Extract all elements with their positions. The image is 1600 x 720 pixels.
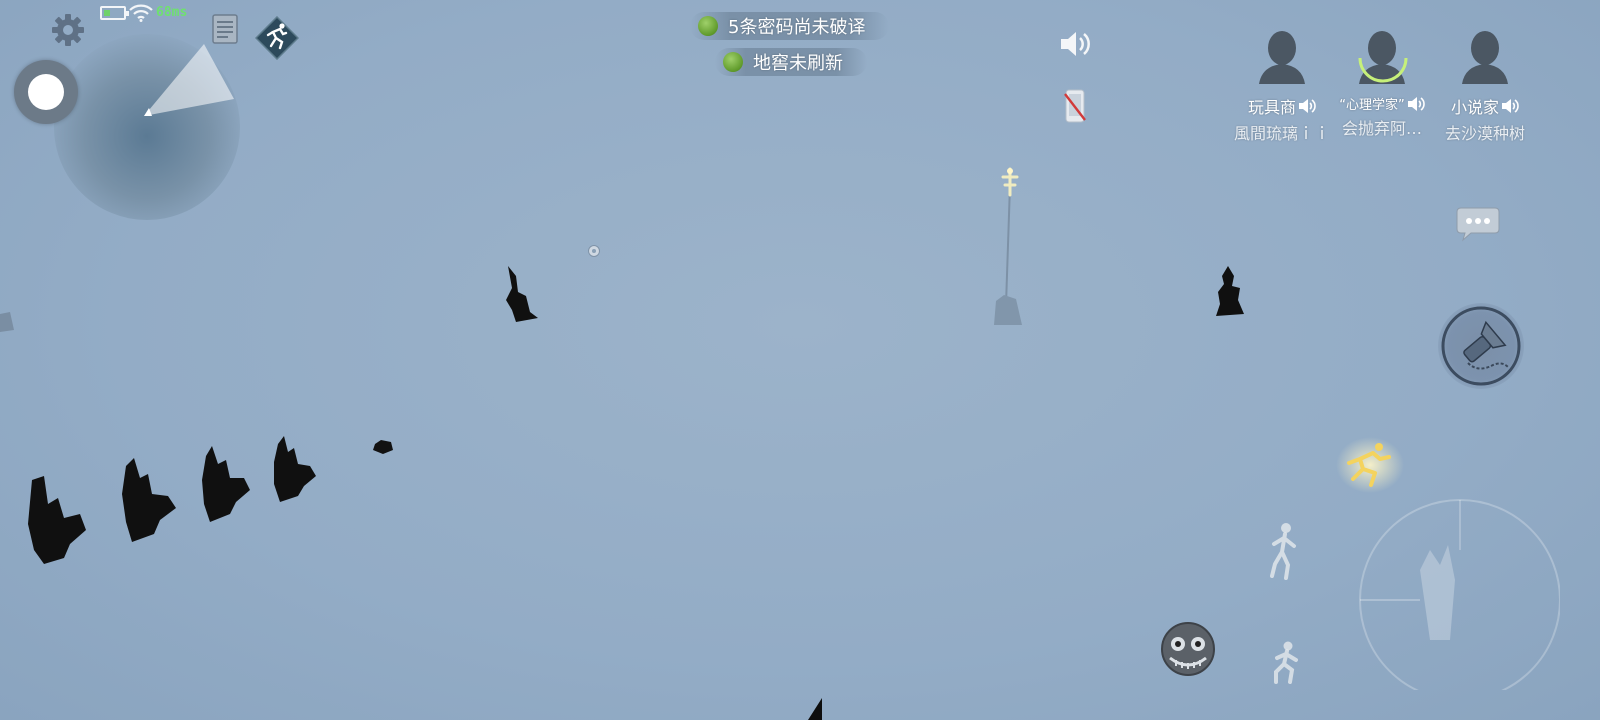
active-ring-icon bbox=[1358, 57, 1408, 83]
teammate-role-label: “心理学家” bbox=[1339, 98, 1405, 113]
teammate-role: “心理学家” bbox=[1339, 94, 1425, 113]
teammate-role-label: 小说家 bbox=[1450, 98, 1499, 117]
dead-tree bbox=[506, 266, 538, 322]
speaker-icon[interactable] bbox=[1058, 27, 1092, 61]
dead-tree bbox=[202, 446, 250, 522]
skull-emote-icon[interactable] bbox=[1158, 622, 1218, 680]
skill-diamond-icon bbox=[255, 16, 299, 60]
teammate-role: 小说家 bbox=[1451, 94, 1519, 118]
teammate-2[interactable]: “心理学家” 会抛弃阿… bbox=[1327, 26, 1437, 139]
dead-tree bbox=[274, 436, 316, 502]
gear-icon[interactable] bbox=[50, 12, 86, 48]
voice-icon[interactable] bbox=[1298, 97, 1316, 115]
battery-fill bbox=[104, 10, 110, 16]
teammate-1[interactable]: 玩具商 風間琉璃ｉｉ bbox=[1227, 26, 1337, 144]
phone-muted-icon[interactable] bbox=[1063, 88, 1087, 124]
voice-icon[interactable] bbox=[1501, 97, 1519, 115]
voice-icon[interactable] bbox=[1407, 95, 1425, 113]
teammate-player-name: 去沙漠种树 bbox=[1444, 124, 1525, 143]
teammate-player-name: 風間琉璃ｉｉ bbox=[1233, 124, 1330, 143]
chat-bubble-icon[interactable] bbox=[1455, 205, 1501, 243]
action-arc[interactable] bbox=[1330, 490, 1560, 690]
dead-tree bbox=[1216, 266, 1244, 316]
battery-icon bbox=[100, 6, 129, 20]
sprint-icon[interactable] bbox=[1335, 435, 1405, 495]
walking-figure-icon[interactable] bbox=[1266, 520, 1300, 580]
teammate-role-label: 玩具商 bbox=[1247, 98, 1296, 117]
minimap bbox=[54, 34, 240, 220]
dead-tree bbox=[28, 476, 86, 564]
portrait-icon bbox=[1462, 31, 1508, 84]
teammate-player-name: 会抛弃阿… bbox=[1341, 119, 1422, 138]
item-button[interactable] bbox=[1438, 303, 1524, 389]
map-edge-marker bbox=[808, 698, 822, 720]
notes-icon[interactable] bbox=[210, 12, 240, 46]
ping-text: 68ms bbox=[156, 5, 188, 20]
teammate-role: 玩具商 bbox=[1248, 94, 1316, 118]
cellar-notice-text: 地窖未刷新 bbox=[753, 53, 843, 74]
rock bbox=[0, 312, 14, 332]
joystick-button[interactable] bbox=[14, 60, 78, 124]
cellar-dot-icon bbox=[723, 52, 743, 72]
cipher-notice: 5条密码尚未破译 bbox=[690, 12, 890, 40]
flashlight-chain-icon bbox=[1441, 306, 1521, 386]
dead-tree bbox=[122, 458, 176, 542]
wifi-icon bbox=[129, 4, 153, 22]
lamp-post bbox=[994, 167, 1022, 325]
stone bbox=[373, 440, 393, 454]
cipher-dot-icon bbox=[698, 16, 718, 36]
cellar-notice: 地窖未刷新 bbox=[715, 48, 867, 76]
portrait-icon bbox=[1259, 31, 1305, 84]
crouching-figure-icon[interactable] bbox=[1268, 640, 1302, 685]
teammate-3[interactable]: 小说家 去沙漠种树 bbox=[1430, 26, 1540, 144]
view-cone bbox=[144, 44, 234, 116]
map-marker-icon bbox=[588, 245, 600, 257]
cipher-notice-text: 5条密码尚未破译 bbox=[728, 17, 866, 38]
